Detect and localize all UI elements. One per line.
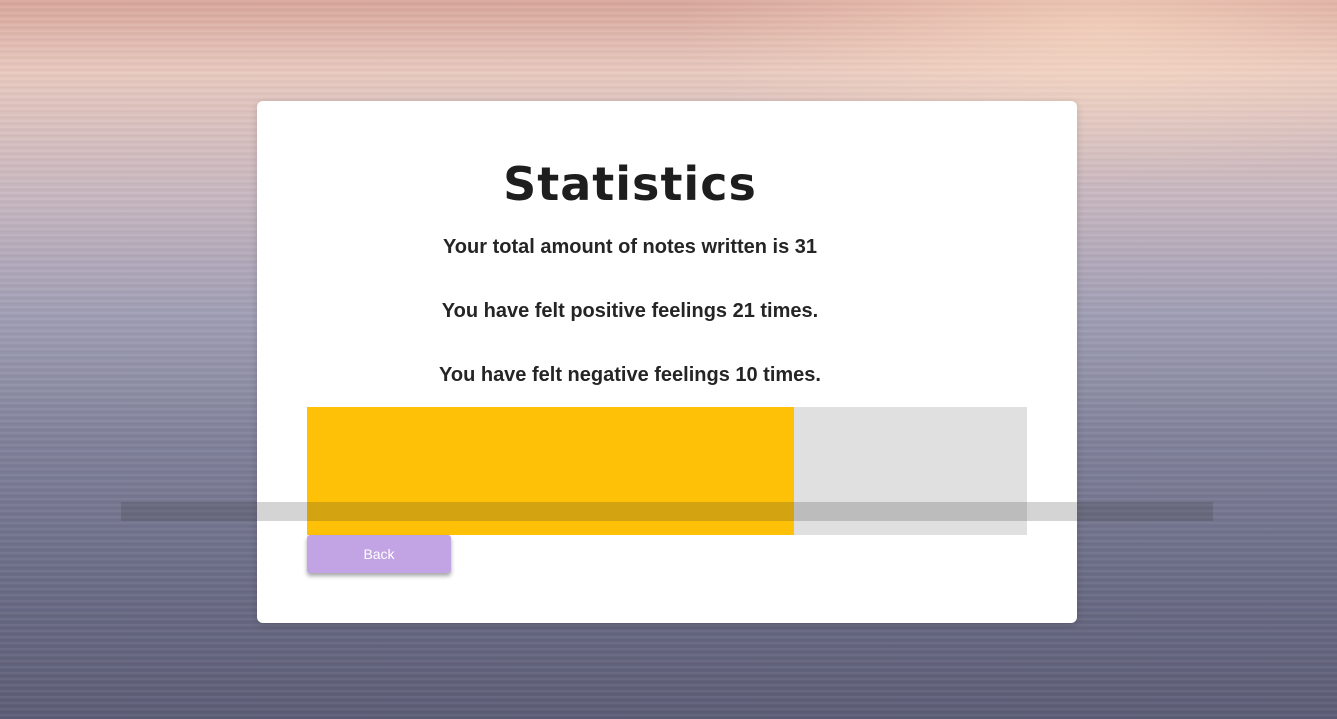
positive-progress-fill	[307, 407, 795, 535]
back-button[interactable]: Back	[307, 535, 451, 573]
positive-feelings-text: You have felt positive feelings 21 times…	[441, 300, 819, 322]
feelings-progress-bar	[307, 407, 1027, 535]
page-title: Statistics	[503, 157, 757, 211]
total-notes-text: Your total amount of notes written is 31	[442, 236, 818, 258]
statistics-card: Statistics Your total amount of notes wr…	[257, 101, 1077, 623]
negative-feelings-text: You have felt negative feelings 10 times…	[439, 364, 821, 386]
